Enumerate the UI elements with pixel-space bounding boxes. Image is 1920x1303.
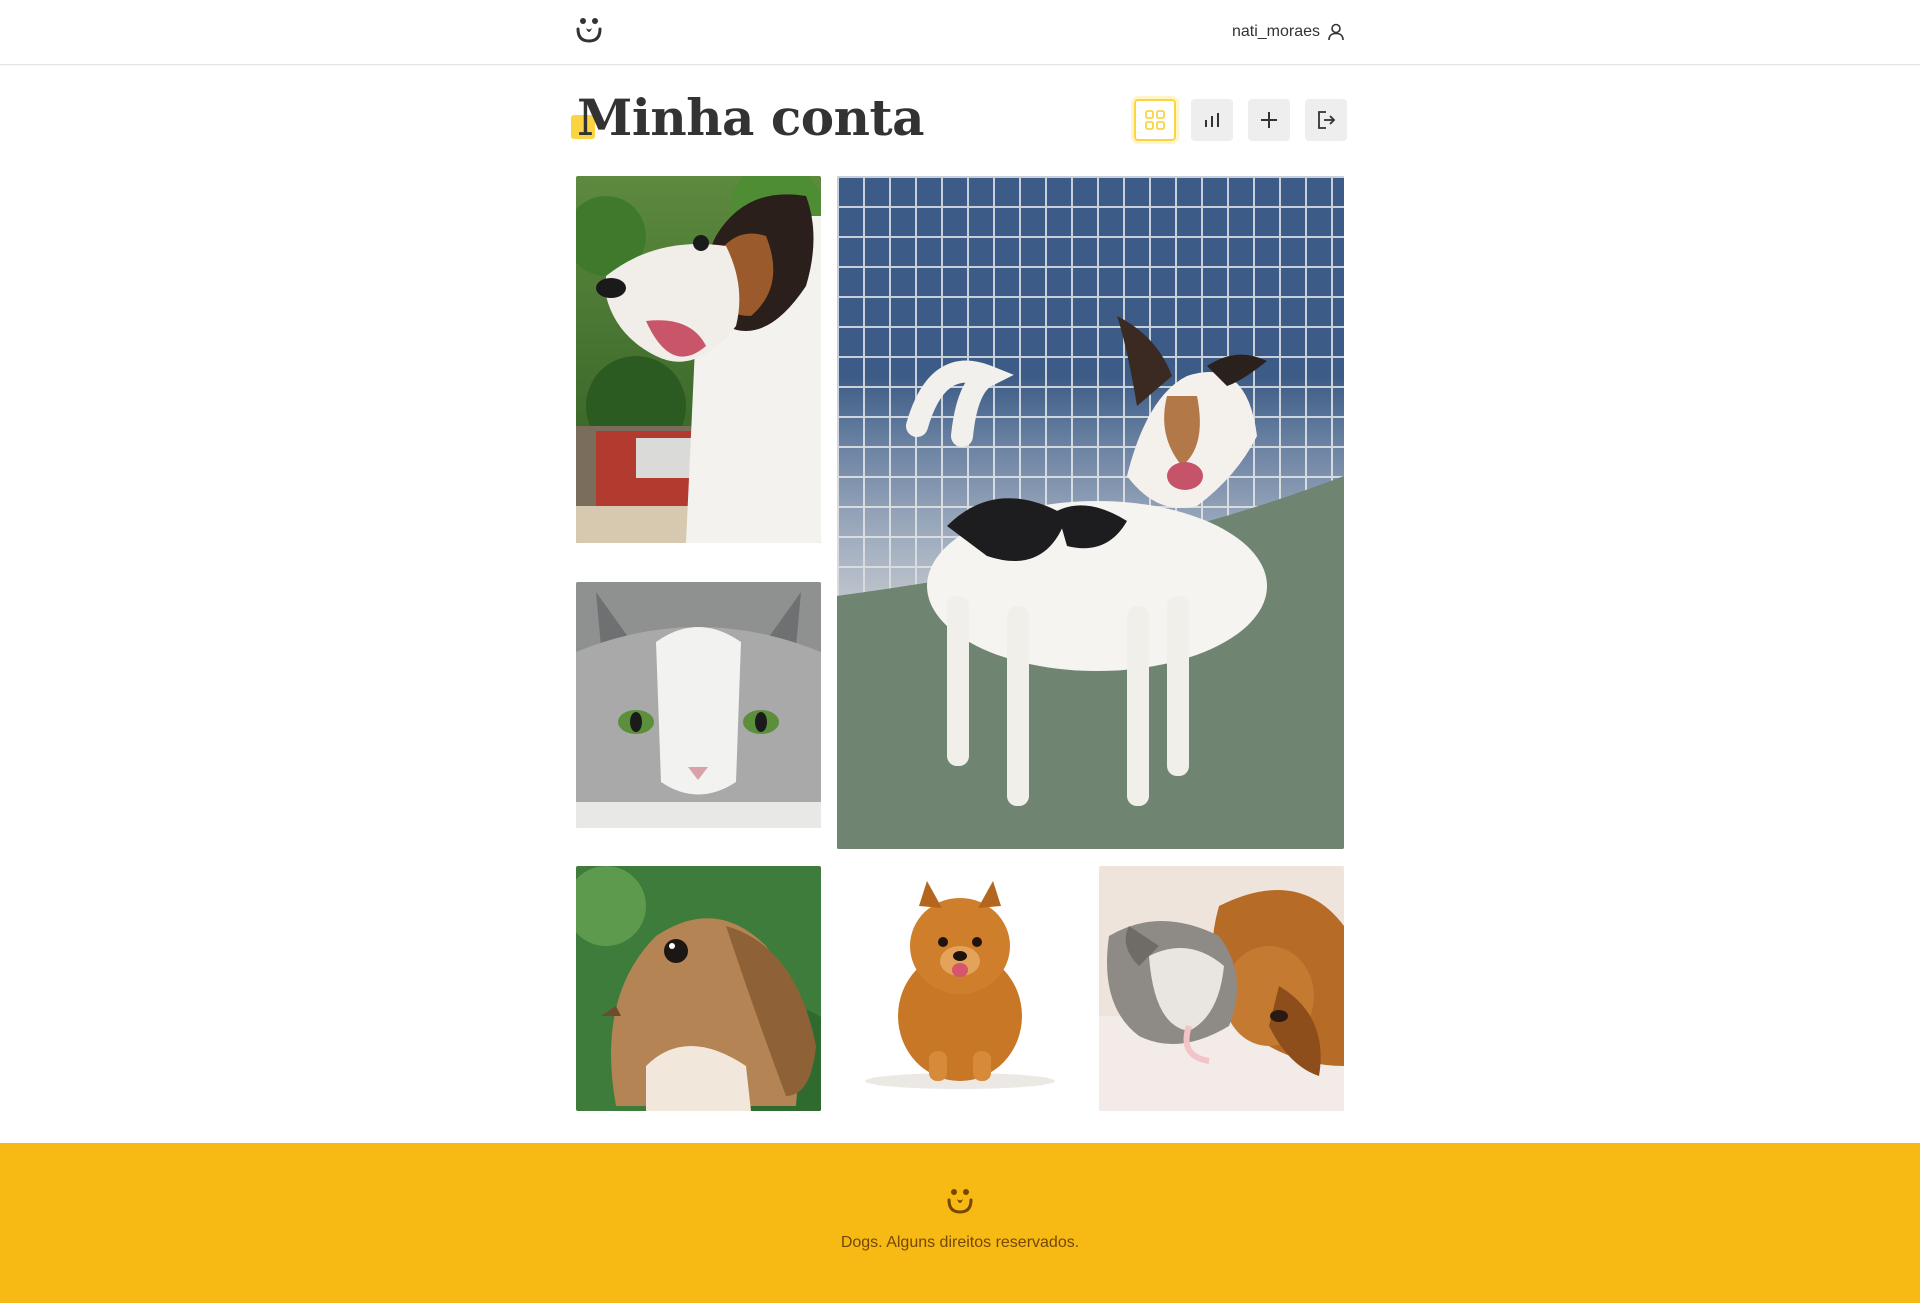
puppy-kitten-photo-image [1099, 866, 1344, 1111]
photo-puppy-kitten[interactable] [1099, 866, 1344, 1111]
dog-face-logo-icon [576, 18, 602, 43]
user-account-link[interactable]: nati_moraes [1232, 20, 1346, 44]
rabbit-photo-image [576, 866, 821, 1111]
cat-photo-image [576, 582, 821, 828]
statistics-button[interactable] [1191, 99, 1233, 141]
user-icon [1328, 23, 1344, 41]
my-photos-button[interactable] [1134, 99, 1176, 141]
account-nav [1134, 99, 1347, 141]
add-photo-button[interactable] [1248, 99, 1290, 141]
footer-copyright: Dogs. Alguns direitos reservados. [840, 1234, 1080, 1251]
dog-photo-image [837, 176, 1344, 849]
logout-icon [1318, 111, 1336, 129]
site-header: nati_moraes [0, 0, 1920, 65]
dog-photo-image [576, 176, 821, 543]
plus-icon [1261, 112, 1277, 128]
username-label: nati_moraes [1231, 23, 1320, 40]
bar-chart-icon [1205, 113, 1219, 127]
photo-cat[interactable] [576, 582, 821, 828]
page-title: Minha conta [577, 88, 925, 147]
photo-pomeranian[interactable] [847, 866, 1073, 1091]
logout-button[interactable] [1305, 99, 1347, 141]
site-footer: Dogs. Alguns direitos reservados. [0, 1143, 1920, 1303]
pomeranian-photo-image [847, 866, 1073, 1091]
photo-dog-laughing[interactable] [576, 176, 821, 543]
photo-dog-standing[interactable] [837, 176, 1344, 849]
photo-rabbit[interactable] [576, 866, 821, 1111]
dog-face-logo-icon [947, 1189, 973, 1214]
home-logo-link[interactable] [574, 15, 604, 45]
grid-icon [1145, 110, 1165, 130]
